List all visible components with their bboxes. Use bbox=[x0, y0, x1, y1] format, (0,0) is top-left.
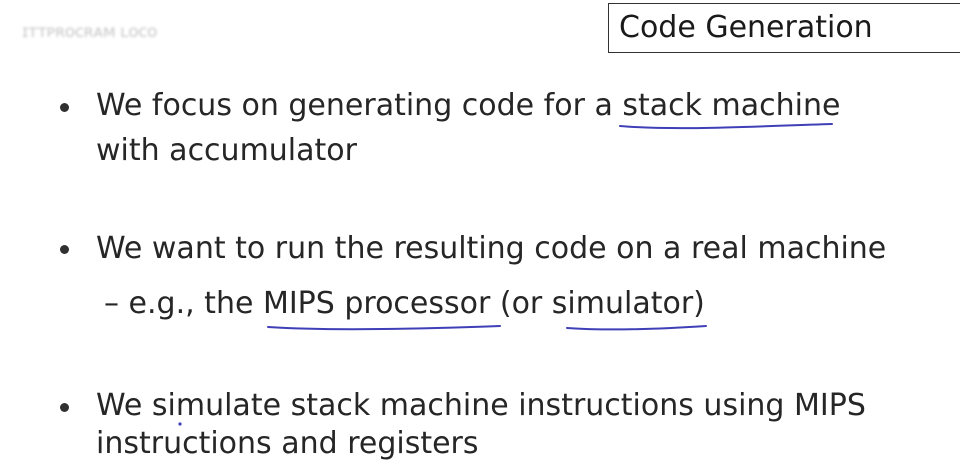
bullet-dot-2 bbox=[60, 245, 69, 254]
bullet-2-line-1: We want to run the resulting code on a r… bbox=[96, 231, 887, 266]
bullet-3-line-1: We simulate stack machine instructions u… bbox=[96, 388, 866, 423]
bullet-dot-1 bbox=[60, 103, 69, 112]
bullet-dot-3 bbox=[60, 403, 69, 412]
bullet-1-line-1: We focus on generating code for a stack … bbox=[96, 88, 841, 123]
bullet-2-sub-item: – e.g., the MIPS processor (or simulator… bbox=[104, 286, 705, 321]
slide-content: We focus on generating code for a stack … bbox=[0, 0, 960, 461]
bullet-3-line-2: instructions and registers bbox=[96, 426, 479, 461]
bullet-1-line-2: with accumulator bbox=[96, 133, 357, 168]
